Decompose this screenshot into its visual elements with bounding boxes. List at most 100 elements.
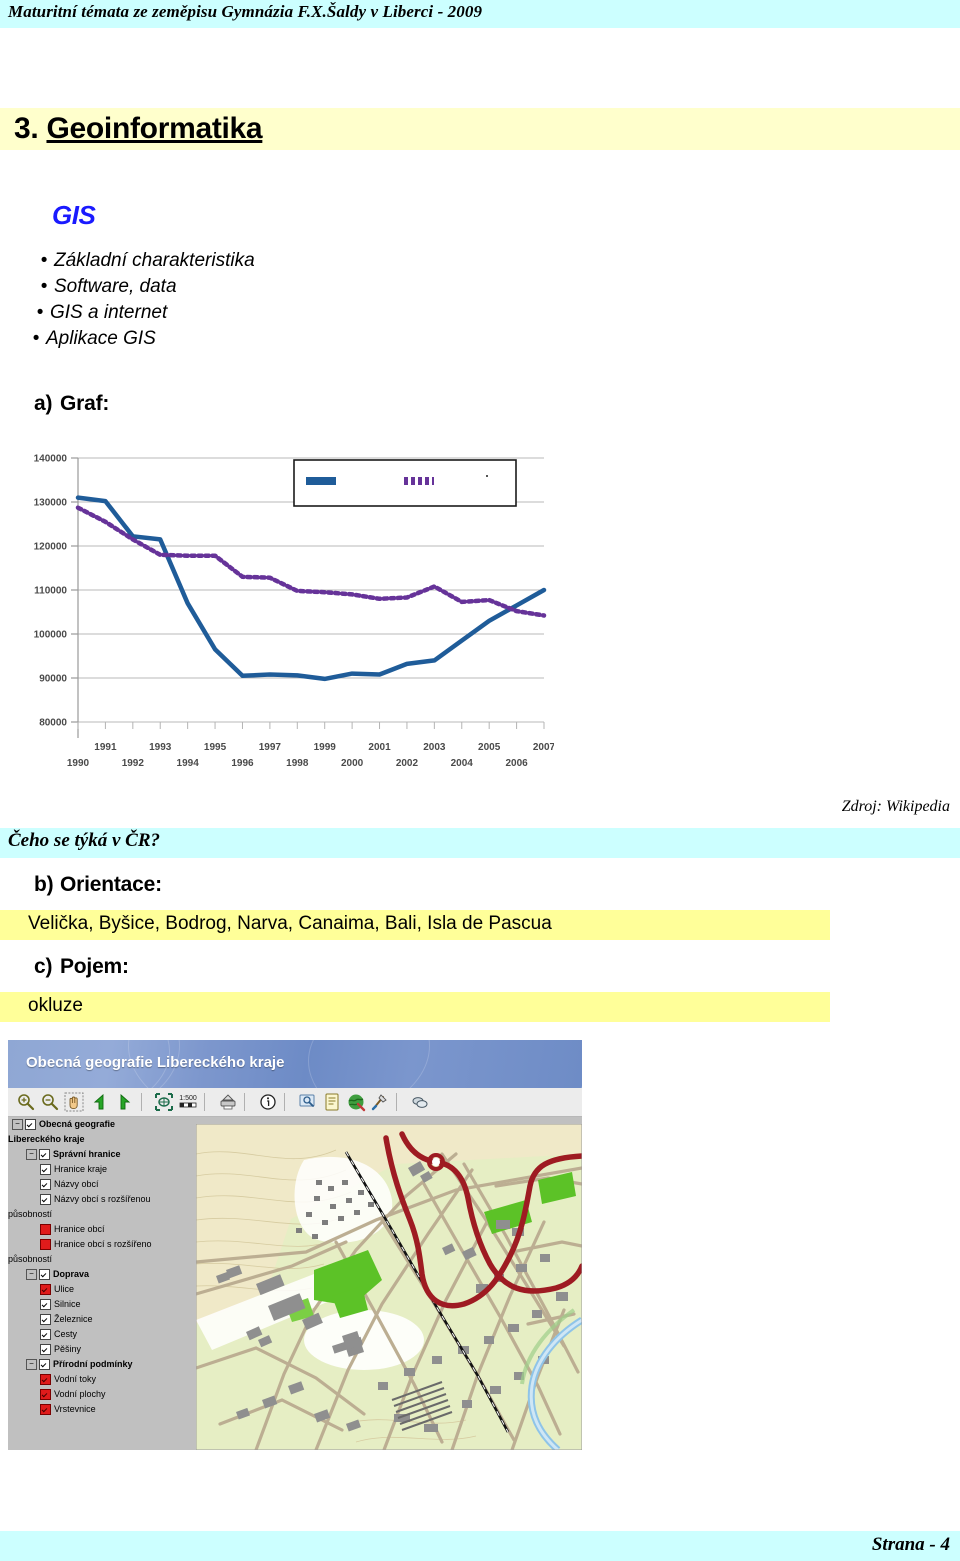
layer-tree-item[interactable]: Hranice obcí s rozšířeno <box>8 1237 196 1252</box>
layer-checkbox[interactable] <box>39 1149 50 1161</box>
measure-icon[interactable] <box>370 1092 390 1112</box>
chart-x-tick-label: 1999 <box>314 742 337 753</box>
layer-color-swatch[interactable] <box>40 1389 51 1401</box>
layer-label: Železnice <box>54 1314 93 1325</box>
layer-label-continuation: Libereckého kraje <box>8 1132 196 1147</box>
layer-label: působností <box>8 1209 53 1220</box>
chart-x-tick-label: 2002 <box>396 758 419 769</box>
section-label-a: a) Graf: <box>34 392 109 416</box>
layer-tree-item[interactable]: Vodní plochy <box>8 1387 196 1402</box>
layer-color-swatch[interactable] <box>40 1224 51 1236</box>
settings-icon[interactable] <box>410 1092 430 1112</box>
forward-arrow-icon[interactable] <box>114 1092 134 1112</box>
full-extent-icon[interactable] <box>154 1092 174 1112</box>
section-title-b: Orientace: <box>60 873 162 896</box>
zoom-in-icon[interactable] <box>16 1092 36 1112</box>
list-item: • Software, data <box>34 274 454 300</box>
document-footer-band: Strana - 4 <box>0 1531 960 1561</box>
chart-y-tick-label: 90000 <box>39 674 67 685</box>
document-header-text: Maturitní témata ze zeměpisu Gymnázia F.… <box>8 2 483 21</box>
collapse-toggle-icon[interactable]: − <box>26 1269 37 1281</box>
gis-bullet-label: GIS a internet <box>50 302 168 323</box>
layer-tree-item[interactable]: Názvy obcí <box>8 1177 196 1192</box>
answer-text-pojem: okluze <box>28 995 83 1016</box>
layer-tree-item[interactable]: − Obecná geografie <box>8 1117 196 1132</box>
layer-tree-item[interactable]: Hranice obcí <box>8 1222 196 1237</box>
layer-label: Vodní toky <box>54 1374 97 1385</box>
map-layers-icon[interactable] <box>346 1092 366 1112</box>
bullet-icon: • <box>32 328 40 349</box>
back-arrow-icon[interactable] <box>90 1092 110 1112</box>
collapse-toggle-icon[interactable]: − <box>12 1119 23 1131</box>
page-title: 3. Geoinformatika <box>14 112 263 146</box>
line-chart: 80000 90000 100000 110000 120000 130000 140000… <box>6 438 554 784</box>
layer-label: Ulice <box>54 1284 75 1295</box>
layer-tree-item[interactable]: Ulice <box>8 1282 196 1297</box>
layer-checkbox[interactable] <box>40 1299 51 1311</box>
layer-checkbox[interactable] <box>25 1119 36 1131</box>
question-band: Čeho se týká v ČR? <box>0 828 960 858</box>
identify-info-icon[interactable] <box>258 1092 278 1112</box>
layer-label-continuation: působností <box>8 1207 196 1222</box>
chart-canvas: 80000 90000 100000 110000 120000 130000 140000… <box>34 454 554 770</box>
layer-label: Správní hranice <box>53 1149 121 1160</box>
layer-checkbox[interactable] <box>40 1314 51 1326</box>
layer-checkbox[interactable] <box>40 1164 51 1176</box>
layer-color-swatch[interactable] <box>40 1284 51 1296</box>
chart-y-tick-label: 120000 <box>34 542 68 553</box>
layer-label: Přírodní podmínky <box>53 1359 133 1370</box>
chart-x-tick-label: 1995 <box>204 742 227 753</box>
chart-x-tick-label: 2003 <box>423 742 446 753</box>
layer-tree-item[interactable]: Silnice <box>8 1297 196 1312</box>
layer-label: Názvy obcí s rozšířenou <box>54 1194 151 1205</box>
document-header-band: Maturitní témata ze zeměpisu Gymnázia F.… <box>0 0 960 28</box>
gis-layer-tree-panel[interactable]: − Obecná geografie Libereckého kraje − Správ… <box>8 1117 196 1450</box>
pan-hand-icon[interactable] <box>64 1092 84 1112</box>
layer-checkbox[interactable] <box>40 1194 51 1206</box>
layer-tree-item[interactable]: Vodní toky <box>8 1372 196 1387</box>
layer-tree-item[interactable]: Hranice kraje <box>8 1162 196 1177</box>
layer-tree-item[interactable]: Pěšiny <box>8 1342 196 1357</box>
layer-label: působností <box>8 1254 53 1265</box>
chart-x-tick-label: 2007 <box>533 742 554 753</box>
list-item: • Aplikace GIS <box>26 326 454 352</box>
layer-checkbox[interactable] <box>40 1329 51 1341</box>
zoom-out-icon[interactable] <box>40 1092 60 1112</box>
print-icon[interactable] <box>218 1092 238 1112</box>
gis-app-toolbar: 1:500 <box>8 1088 582 1117</box>
chart-y-tick-label: 80000 <box>39 718 67 729</box>
layer-checkbox[interactable] <box>39 1359 50 1371</box>
chart-x-tick-label: 1994 <box>177 758 200 769</box>
collapse-toggle-icon[interactable]: − <box>26 1149 37 1161</box>
layer-color-swatch[interactable] <box>40 1239 51 1251</box>
section-title-a: Graf: <box>60 392 110 415</box>
layer-label: Vrstevnice <box>54 1404 96 1415</box>
scale-ruler-icon[interactable]: 1:500 <box>178 1092 198 1112</box>
section-label-b: b) Orientace: <box>34 873 162 897</box>
layer-tree-item[interactable]: − Doprava <box>8 1267 196 1282</box>
collapse-toggle-icon[interactable]: − <box>26 1359 37 1371</box>
layer-tree-item[interactable]: Železnice <box>8 1312 196 1327</box>
layer-checkbox[interactable] <box>40 1179 51 1191</box>
layer-color-swatch[interactable] <box>40 1404 51 1416</box>
layer-color-swatch[interactable] <box>40 1374 51 1386</box>
toolbar-separator <box>284 1093 285 1111</box>
bullet-icon: • <box>40 250 48 271</box>
find-icon[interactable] <box>298 1092 318 1112</box>
layer-tree-item[interactable]: Názvy obcí s rozšířenou <box>8 1192 196 1207</box>
layer-tree-item[interactable]: Vrstevnice <box>8 1402 196 1417</box>
chart-legend-swatch-series-1 <box>306 477 336 485</box>
gis-bullet-label: Základní charakteristika <box>54 250 255 271</box>
layer-checkbox[interactable] <box>40 1344 51 1356</box>
legend-icon[interactable] <box>322 1092 342 1112</box>
layer-tree-item[interactable]: − Přírodní podmínky <box>8 1357 196 1372</box>
layer-checkbox[interactable] <box>39 1269 50 1281</box>
list-item: • GIS a internet <box>30 300 454 326</box>
layer-label-continuation: působností <box>8 1252 196 1267</box>
layer-tree-item[interactable]: Cesty <box>8 1327 196 1342</box>
gis-map-view[interactable] <box>196 1124 582 1450</box>
layer-tree-item[interactable]: − Správní hranice <box>8 1147 196 1162</box>
chart-series-line <box>75 495 547 682</box>
layer-label: Pěšiny <box>54 1344 82 1355</box>
page-title-name: Geoinformatika <box>46 112 263 145</box>
